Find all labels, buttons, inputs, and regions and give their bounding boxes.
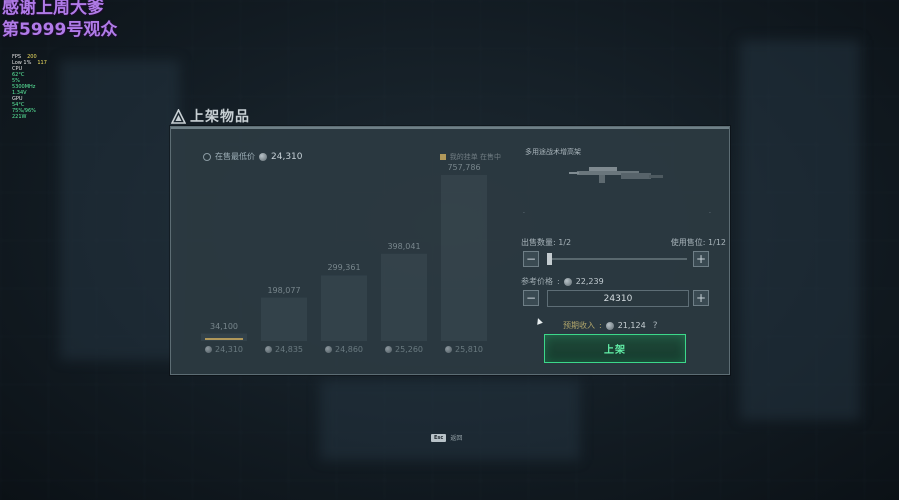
bar-quantity-label: 757,786	[447, 163, 481, 172]
esc-label: 返回	[450, 435, 463, 442]
bar[interactable]	[261, 297, 307, 341]
item-name: 多用途战术增高架	[525, 148, 581, 156]
coin-icon	[445, 346, 452, 353]
bar[interactable]	[321, 275, 367, 341]
coin-icon	[265, 346, 272, 353]
expected-income-value: 21,124	[617, 321, 646, 330]
my-order-marker	[205, 338, 243, 340]
background-blur	[60, 60, 180, 360]
bar-quantity-label: 198,077	[267, 285, 301, 295]
price-stepper: − +	[523, 290, 723, 308]
background-blur	[740, 40, 860, 420]
bar-price-value: 24,835	[275, 345, 303, 354]
quantity-minus-button[interactable]: −	[523, 251, 539, 267]
quantity-label: 出售数量	[521, 238, 553, 247]
stream-overlay-text: 感谢上周大爹	[2, 0, 104, 18]
coin-icon	[325, 346, 332, 353]
stream-overlay-text: 第5999号观众	[2, 20, 118, 40]
carousel-dot: .	[709, 208, 711, 215]
bar-price-label: 25,260	[385, 345, 423, 354]
esc-key[interactable]: Esc	[431, 433, 447, 442]
fps-value: 117	[37, 60, 47, 66]
slider-track[interactable]	[547, 258, 687, 260]
background-blur	[320, 380, 580, 460]
slider-thumb[interactable]	[547, 253, 552, 265]
quantity-plus-button[interactable]: +	[693, 251, 709, 267]
bar-price-label: 24,860	[325, 345, 363, 354]
esc-hint[interactable]: Esc 返回	[431, 433, 462, 442]
slots-label: 使用售位	[670, 238, 703, 247]
coin-icon	[605, 321, 614, 330]
bar-price-value: 25,810	[455, 345, 483, 354]
reference-price-label: 参考价格	[521, 277, 553, 286]
help-icon[interactable]: ?	[653, 321, 658, 331]
listing-panel: 在售最低价 24,310 我的挂单 在售中 34,100 24,310 198,07…	[170, 126, 730, 375]
coin-icon	[385, 346, 392, 353]
bar[interactable]	[381, 253, 427, 341]
bar-quantity-label: 398,041	[387, 241, 421, 251]
carousel-dot: .	[523, 208, 525, 215]
quantity-slider[interactable]: − +	[523, 251, 723, 267]
bar-price-label: 24,835	[265, 345, 303, 354]
item-detail: 多用途战术增高架 . . 出售数量: 1/2 使用售位: 1/12 − + 参考…	[519, 127, 729, 372]
fps-row: 221W	[12, 114, 53, 120]
bar-price-label: 24,310	[205, 345, 243, 354]
quantity-row: 出售数量: 1/2 使用售位: 1/12	[521, 238, 726, 247]
bar-price-value: 24,860	[335, 345, 363, 354]
coin-icon	[563, 277, 572, 286]
list-item-button[interactable]: 上架	[544, 334, 686, 363]
triangle-logo-icon	[171, 108, 186, 124]
expected-income-label: 预期收入	[563, 321, 595, 330]
price-minus-button[interactable]: −	[523, 290, 539, 306]
fps-overlay: FPS 200 Low 1% 117 CPU 62°C 5% 5300MHz 1.34V GPU 5…	[12, 54, 53, 120]
bar-price-value: 24,310	[215, 345, 243, 354]
bar-quantity-label: 299,361	[327, 263, 361, 273]
bar-price-value: 25,260	[395, 345, 423, 354]
price-input[interactable]	[547, 290, 689, 307]
price-plus-button[interactable]: +	[693, 290, 709, 306]
bar-quantity-label: 34,100	[210, 321, 238, 331]
quantity-value: 1/2	[558, 238, 572, 247]
reference-price-value: 22,239	[575, 277, 604, 286]
reference-price-row: 参考价格: 22,239	[521, 277, 604, 286]
bar-price-label: 25,810	[445, 345, 483, 354]
fps-label: 221W	[12, 114, 27, 120]
panel-header: 上架物品	[171, 106, 250, 126]
expected-income-row: 预期收入: 21,124 ?	[563, 320, 658, 331]
panel-title: 上架物品	[190, 109, 250, 125]
bar[interactable]	[441, 175, 487, 341]
rifle-item-image	[569, 167, 663, 183]
slots-value: 1/12	[708, 238, 726, 247]
coin-icon	[205, 346, 212, 353]
price-chart: 在售最低价 24,310 我的挂单 在售中 34,100 24,310 198,07…	[171, 127, 509, 372]
